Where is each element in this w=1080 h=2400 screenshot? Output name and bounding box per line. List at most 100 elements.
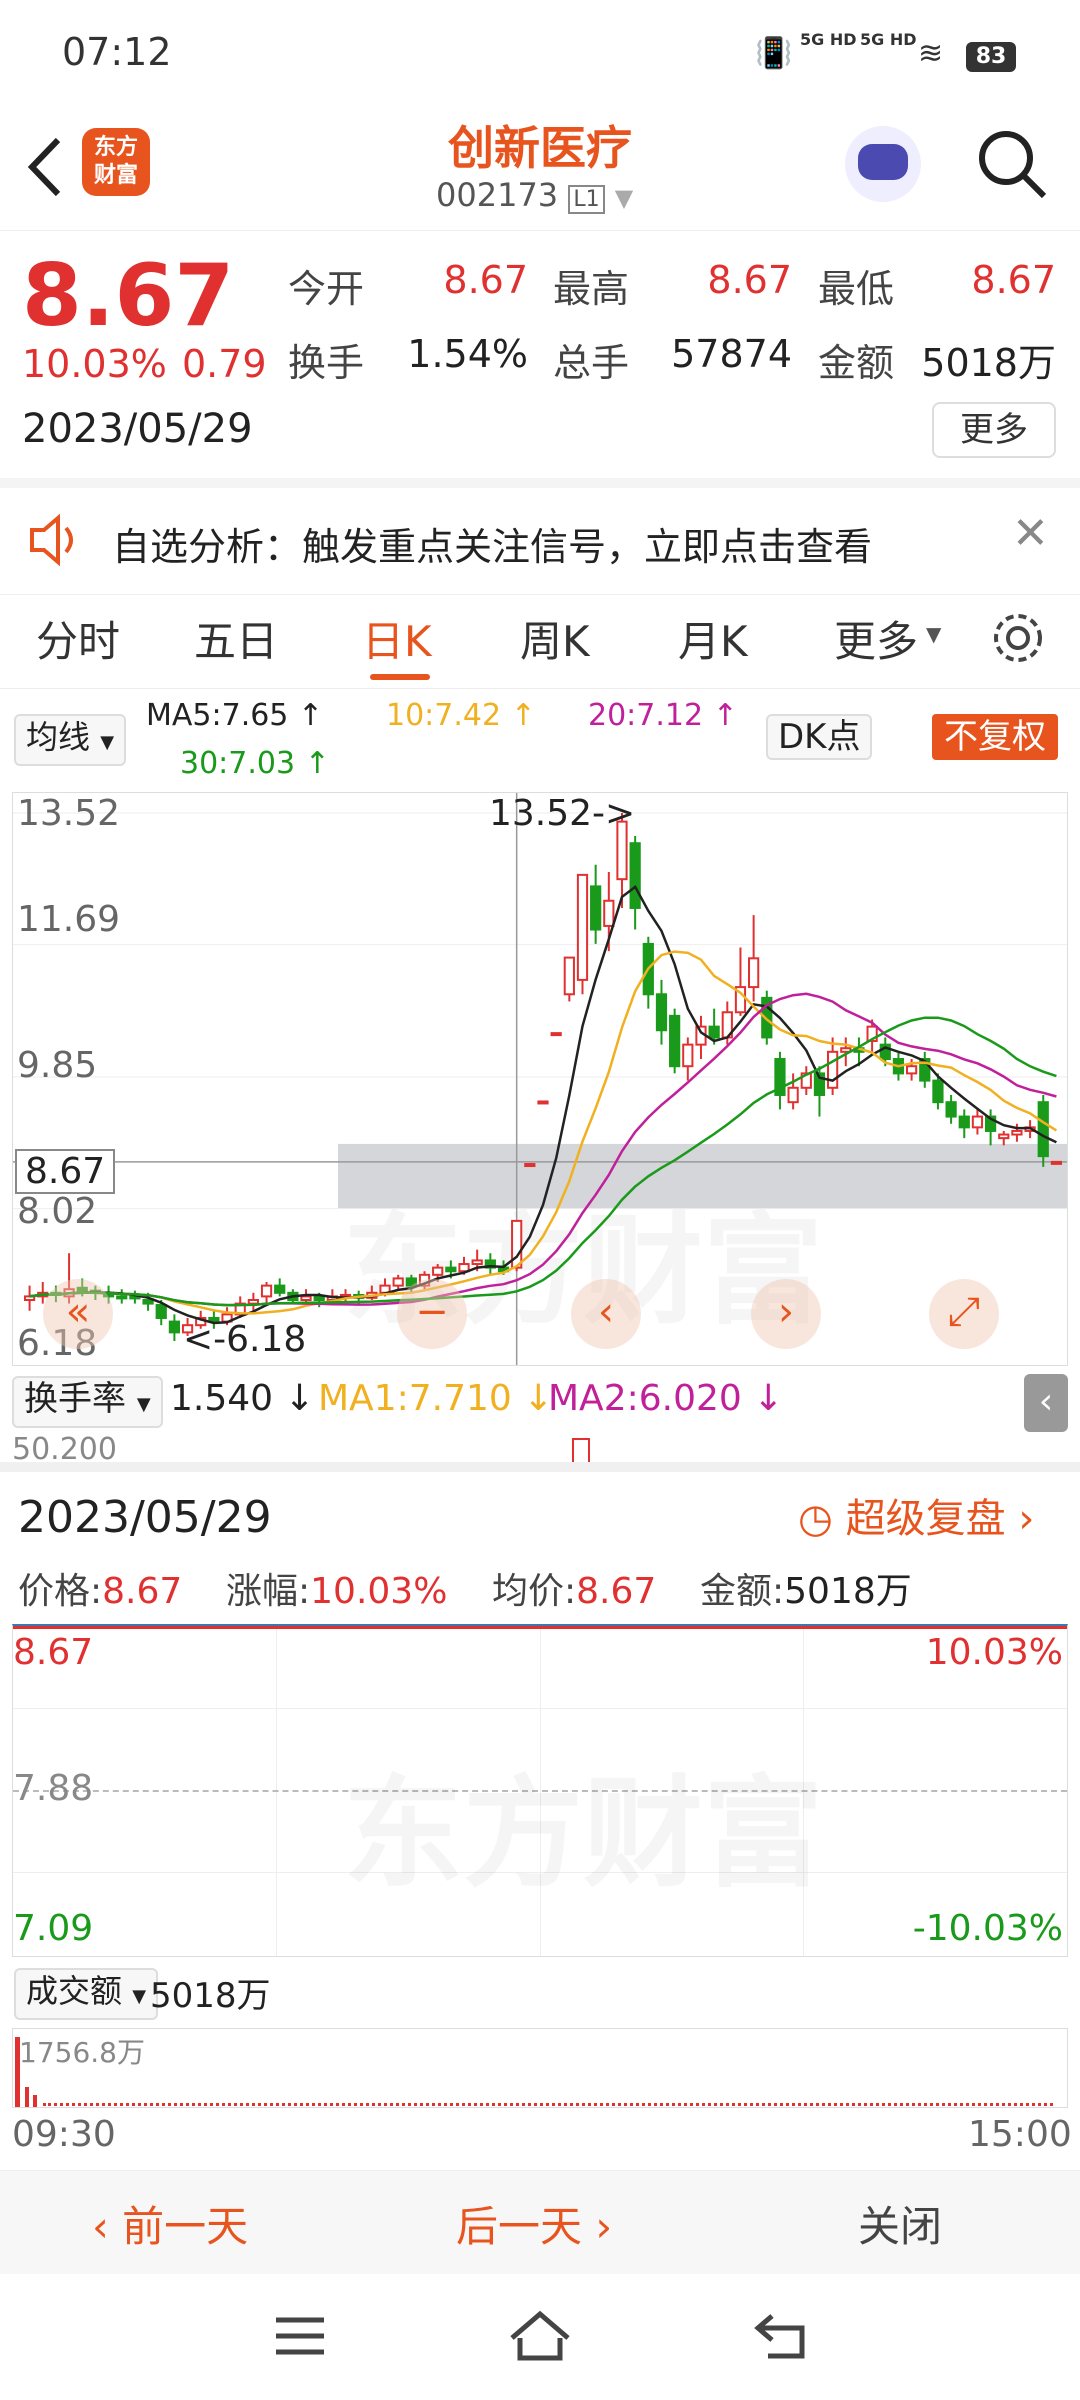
high-marker: 13.52-> [489, 793, 636, 834]
candle-body [392, 1277, 404, 1287]
tab-minute[interactable]: 分时 [36, 608, 120, 669]
change-amount: 0.79 [182, 342, 267, 386]
sub-indicator-label: 换手率 [24, 1379, 126, 1419]
previous-day-button[interactable]: ‹ 前一天 [92, 2193, 248, 2254]
avg-label: 均价: [492, 1571, 577, 1612]
ma30-value: 30:7.03 ↑ [180, 746, 330, 781]
y-tick-label: 8.02 [17, 1191, 98, 1232]
candle-body [629, 842, 641, 909]
candle-body [524, 1163, 536, 1168]
tab-more[interactable]: 更多 [834, 608, 918, 669]
notice-bar[interactable]: 自选分析：触发重点关注信号，立即点击查看 ✕ [0, 478, 1080, 595]
grid-line [13, 1708, 1067, 1709]
scroll-left-icon[interactable]: ‹ [571, 1279, 641, 1349]
sheet-divider [0, 1462, 1080, 1472]
volume-bar [15, 2037, 20, 2107]
chevron-down-icon: ▼ [136, 1394, 151, 1415]
turnover-bar [572, 1438, 590, 1462]
candle-body [563, 956, 575, 996]
collapse-panel-icon[interactable]: ‹ [1024, 1374, 1068, 1432]
y-tick-label: 13.52 [17, 793, 121, 834]
robot-assistant-icon[interactable] [845, 126, 921, 202]
next-day-label: 后一天 [456, 2202, 583, 2251]
candle-body [971, 1115, 984, 1129]
ma-legend: 均线 ▼ MA5:7.65 ↑ 10:7.42 ↑ 20:7.12 ↑ 30:7… [0, 690, 1080, 790]
time-start: 09:30 [12, 2114, 116, 2155]
y-tick-label: 11.69 [17, 899, 121, 940]
intraday-top-left: 8.67 [13, 1632, 94, 1673]
ma10-value: 10:7.42 ↑ [386, 698, 536, 733]
sub-indicator-selector[interactable]: 换手率 ▼ [12, 1376, 163, 1428]
app-header: 东方 财富 创新医疗 002173 L1 ▼ [0, 110, 1080, 231]
candle-body [537, 1100, 549, 1105]
low-label: 最低 [818, 267, 895, 311]
detail-date: 2023/05/29 [18, 1492, 272, 1543]
ma1-value: MA1:7.710 ↓ [318, 1378, 554, 1419]
wifi-icon: ≋ [918, 36, 944, 71]
tab-daily-k[interactable]: 日K [362, 608, 432, 669]
search-icon[interactable] [976, 128, 1048, 200]
expand-icon[interactable]: ⤢ [929, 1279, 999, 1349]
zoom-out-icon[interactable]: « [43, 1279, 113, 1349]
scroll-right-icon[interactable]: › [751, 1279, 821, 1349]
quote-date: 2023/05/29 [22, 406, 253, 452]
candle-body [708, 1025, 720, 1039]
tab-5day[interactable]: 五日 [194, 608, 278, 669]
last-price: 8.67 [22, 246, 235, 346]
kline-chart[interactable]: 东方财富 13.52 11.69 9.85 8.02 6.18 8.67 13.… [12, 792, 1068, 1366]
intraday-bottom-left: 7.09 [13, 1908, 94, 1949]
intraday-chart[interactable]: 东方财富 8.67 10.03% 7.88 7.09 -10.03% [12, 1624, 1068, 1957]
intraday-top-right: 10.03% [925, 1632, 1063, 1673]
chevron-down-icon: ▼ [100, 732, 115, 753]
change-stat: 涨幅:10.03% [226, 1562, 447, 1614]
avg-value: 8.67 [576, 1571, 657, 1612]
indicator-row: 换手率 ▼ 1.540 ↓ MA1:7.710 ↓ MA2:6.020 ↓ ‹ … [12, 1366, 1080, 1462]
system-nav-bar [0, 2274, 1080, 2400]
more-quote-button[interactable]: 更多 [932, 402, 1056, 458]
watermark-logo-2: 东方财富 [343, 1736, 823, 1910]
stock-code[interactable]: 002173 L1 ▼ [436, 176, 633, 214]
candle-body [471, 1259, 483, 1266]
candle-body [827, 1050, 839, 1089]
ma5-value: MA5:7.65 ↑ [146, 698, 324, 733]
adjust-price-button[interactable]: 不复权 [932, 714, 1058, 760]
candle-body [682, 1043, 694, 1068]
signal-icon-2: 5G HD [860, 30, 917, 49]
indicator-selector-label: 均线 [26, 718, 91, 756]
battery-icon: 83 [966, 42, 1016, 72]
change-pct: 10.03% [22, 342, 167, 386]
y-tick-label: 9.85 [17, 1045, 98, 1086]
zoom-minus-icon[interactable]: − [397, 1279, 467, 1349]
logo-line1: 东方 [93, 135, 138, 160]
tab-weekly-k[interactable]: 周K [520, 608, 590, 669]
app-logo: 东方 财富 [82, 128, 150, 196]
support-band [338, 1143, 1067, 1209]
back-icon[interactable] [22, 132, 66, 202]
candle-body [1011, 1129, 1023, 1136]
status-bar: 07:12 📳 5G HD 5G HD ≋ 83 [0, 0, 1080, 110]
candle-body [155, 1304, 167, 1319]
close-icon[interactable]: ✕ [1012, 508, 1049, 559]
candle-body [590, 885, 602, 931]
menu-icon[interactable] [272, 2314, 328, 2358]
volume-amount: 5018万 [150, 1976, 271, 2016]
tab-monthly-k[interactable]: 月K [678, 608, 748, 669]
back-nav-icon[interactable] [754, 2310, 814, 2360]
volume-label: 总手 [553, 341, 630, 385]
indicator-selector[interactable]: 均线 ▼ [14, 714, 127, 766]
volume-selector[interactable]: 成交额 ▼ [14, 1968, 159, 2020]
more-dropdown-icon: ▼ [926, 622, 942, 646]
dk-point-button[interactable]: DK点 [766, 714, 873, 760]
vibrate-icon: 📳 [755, 36, 793, 71]
candle-body [313, 1295, 325, 1301]
logo-line2: 财富 [93, 163, 138, 188]
chevron-right-icon: › [1018, 1496, 1035, 1542]
high-value: 8.67 [707, 258, 792, 302]
home-icon[interactable] [508, 2308, 572, 2362]
close-button[interactable]: 关闭 [858, 2193, 942, 2254]
super-review-link[interactable]: ◷ 超级复盘 › [798, 1486, 1034, 1544]
candle-body [1050, 1160, 1063, 1165]
candle-body [116, 1295, 128, 1300]
next-day-button[interactable]: 后一天 › [456, 2193, 612, 2254]
settings-gear-icon[interactable] [990, 610, 1046, 666]
